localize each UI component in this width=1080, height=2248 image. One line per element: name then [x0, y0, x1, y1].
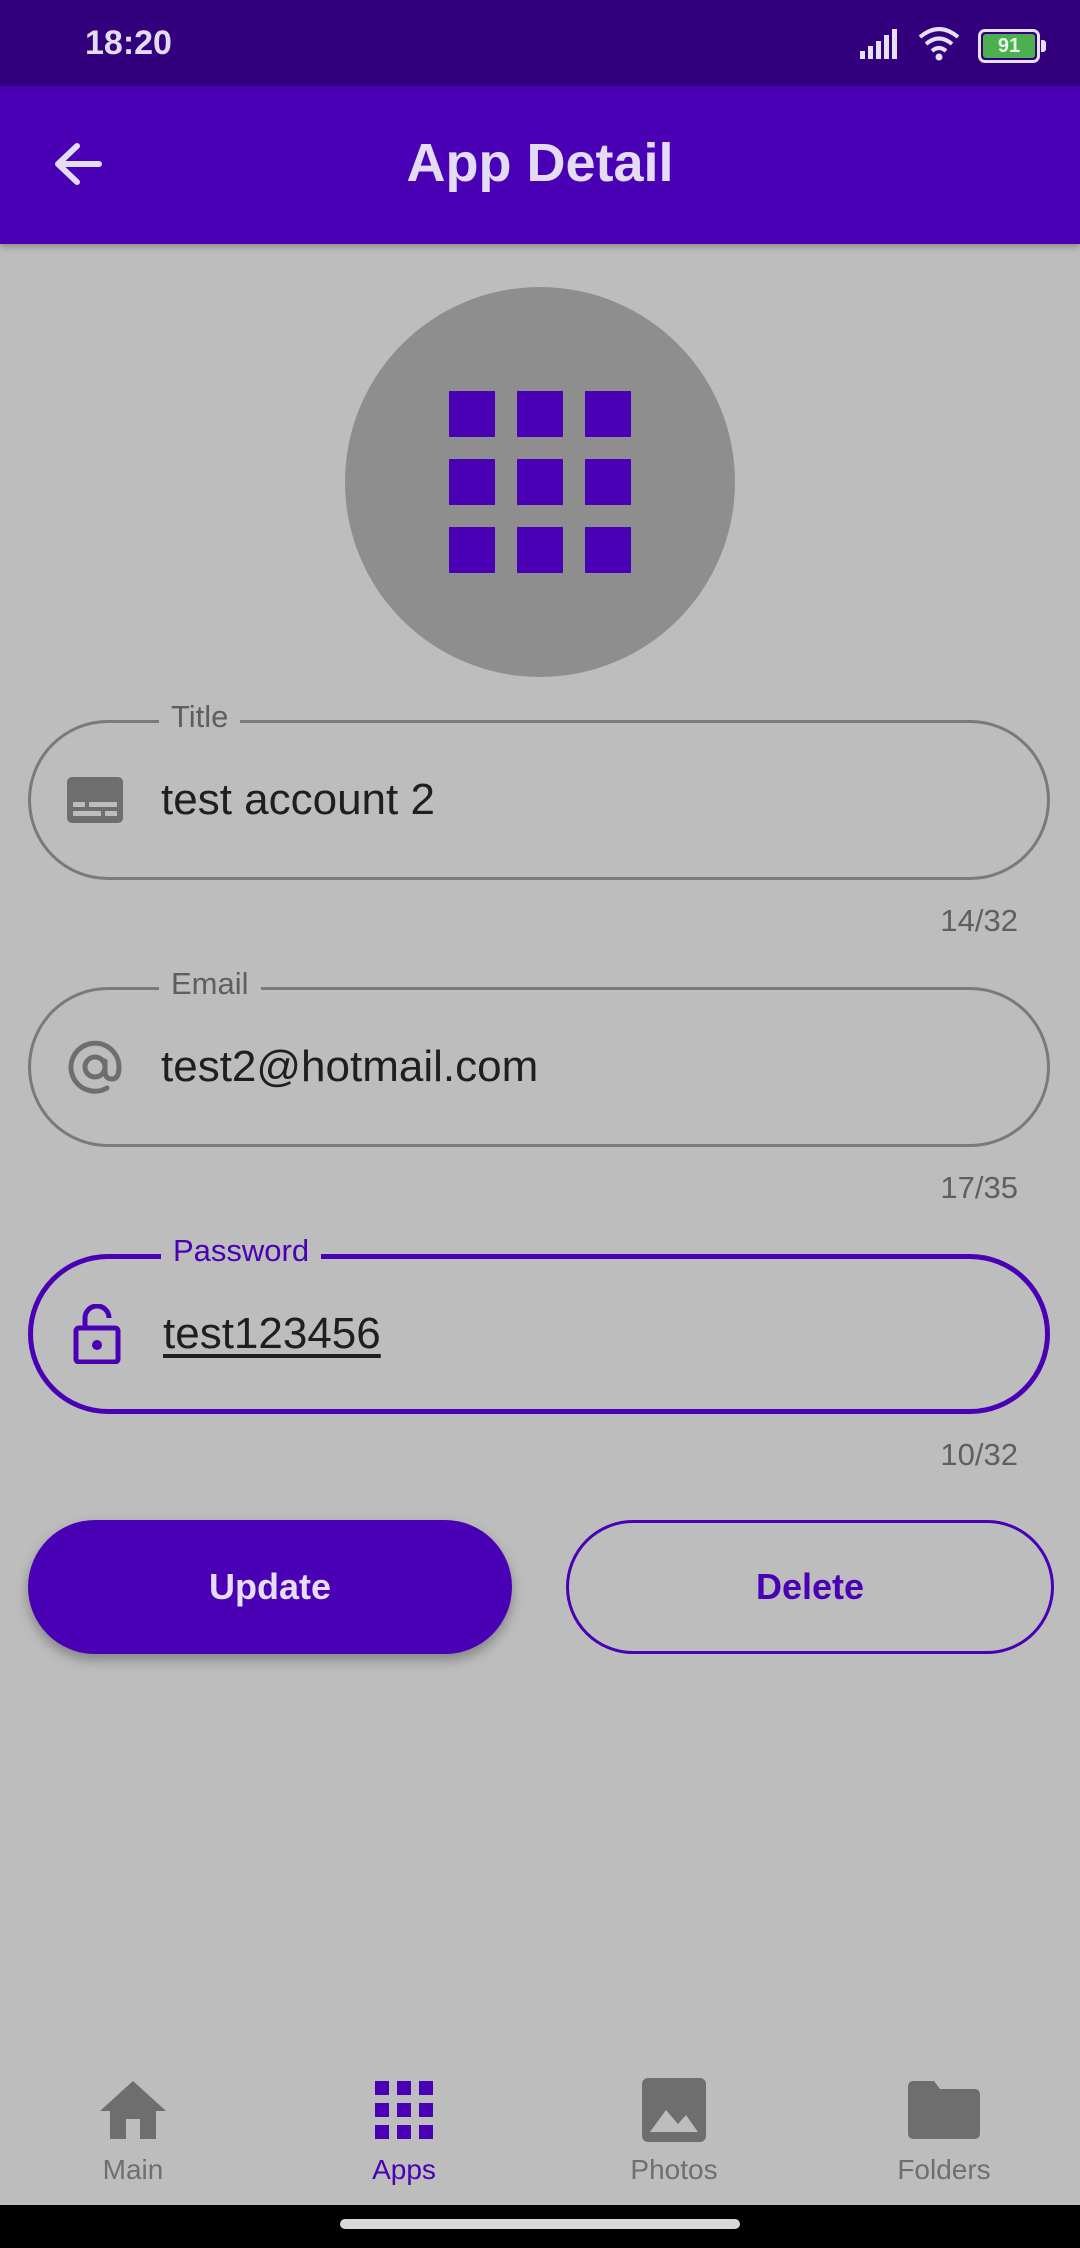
subtitles-icon [65, 770, 125, 830]
apps-grid-icon [449, 391, 631, 573]
nav-label-photos: Photos [630, 2154, 718, 2185]
title-input[interactable]: test account 2 [161, 775, 435, 825]
status-bar: 18:20 91 [0, 0, 1080, 86]
nav-label-apps: Apps [372, 2154, 436, 2185]
signal-icon [858, 28, 900, 64]
system-navigation-bar [0, 2205, 1080, 2248]
status-time: 18:20 [85, 24, 172, 62]
status-icons: 91 [858, 26, 1046, 66]
home-icon [93, 2070, 173, 2150]
title-counter: 14/32 [940, 903, 1018, 938]
lock-open-icon [67, 1304, 127, 1364]
delete-button[interactable]: Delete [566, 1520, 1054, 1654]
battery-icon: 91 [978, 29, 1046, 63]
update-button[interactable]: Update [28, 1520, 512, 1654]
app-bar: App Detail [0, 86, 1080, 244]
app-avatar[interactable] [345, 287, 735, 677]
email-field-label: Email [159, 966, 261, 1002]
email-field[interactable]: Email test2@hotmail.com [28, 966, 1050, 1147]
apps-grid-icon [364, 2070, 444, 2150]
password-counter: 10/32 [940, 1437, 1018, 1472]
image-icon [634, 2070, 714, 2150]
folder-icon [904, 2070, 984, 2150]
at-sign-icon [65, 1037, 125, 1097]
password-field-label: Password [161, 1233, 322, 1269]
home-gesture-handle[interactable] [340, 2219, 740, 2229]
wifi-icon [918, 26, 960, 66]
email-counter: 17/35 [940, 1170, 1018, 1205]
battery-level: 91 [997, 34, 1021, 57]
title-field[interactable]: Title test account 2 [28, 699, 1050, 880]
nav-item-photos[interactable]: Photos [574, 2070, 774, 2186]
nav-item-folders[interactable]: Folders [844, 2070, 1044, 2186]
nav-label-folders: Folders [897, 2154, 991, 2185]
title-field-label: Title [159, 699, 241, 735]
email-input[interactable]: test2@hotmail.com [161, 1042, 538, 1092]
bottom-nav: Main Apps Photos Folders [0, 2070, 1080, 2205]
password-field[interactable]: Password test123456 [28, 1233, 1050, 1414]
nav-item-apps[interactable]: Apps [304, 2070, 504, 2186]
nav-item-main[interactable]: Main [33, 2070, 233, 2186]
page-title: App Detail [406, 133, 674, 193]
password-input[interactable]: test123456 [163, 1309, 381, 1359]
nav-label-main: Main [102, 2154, 164, 2185]
